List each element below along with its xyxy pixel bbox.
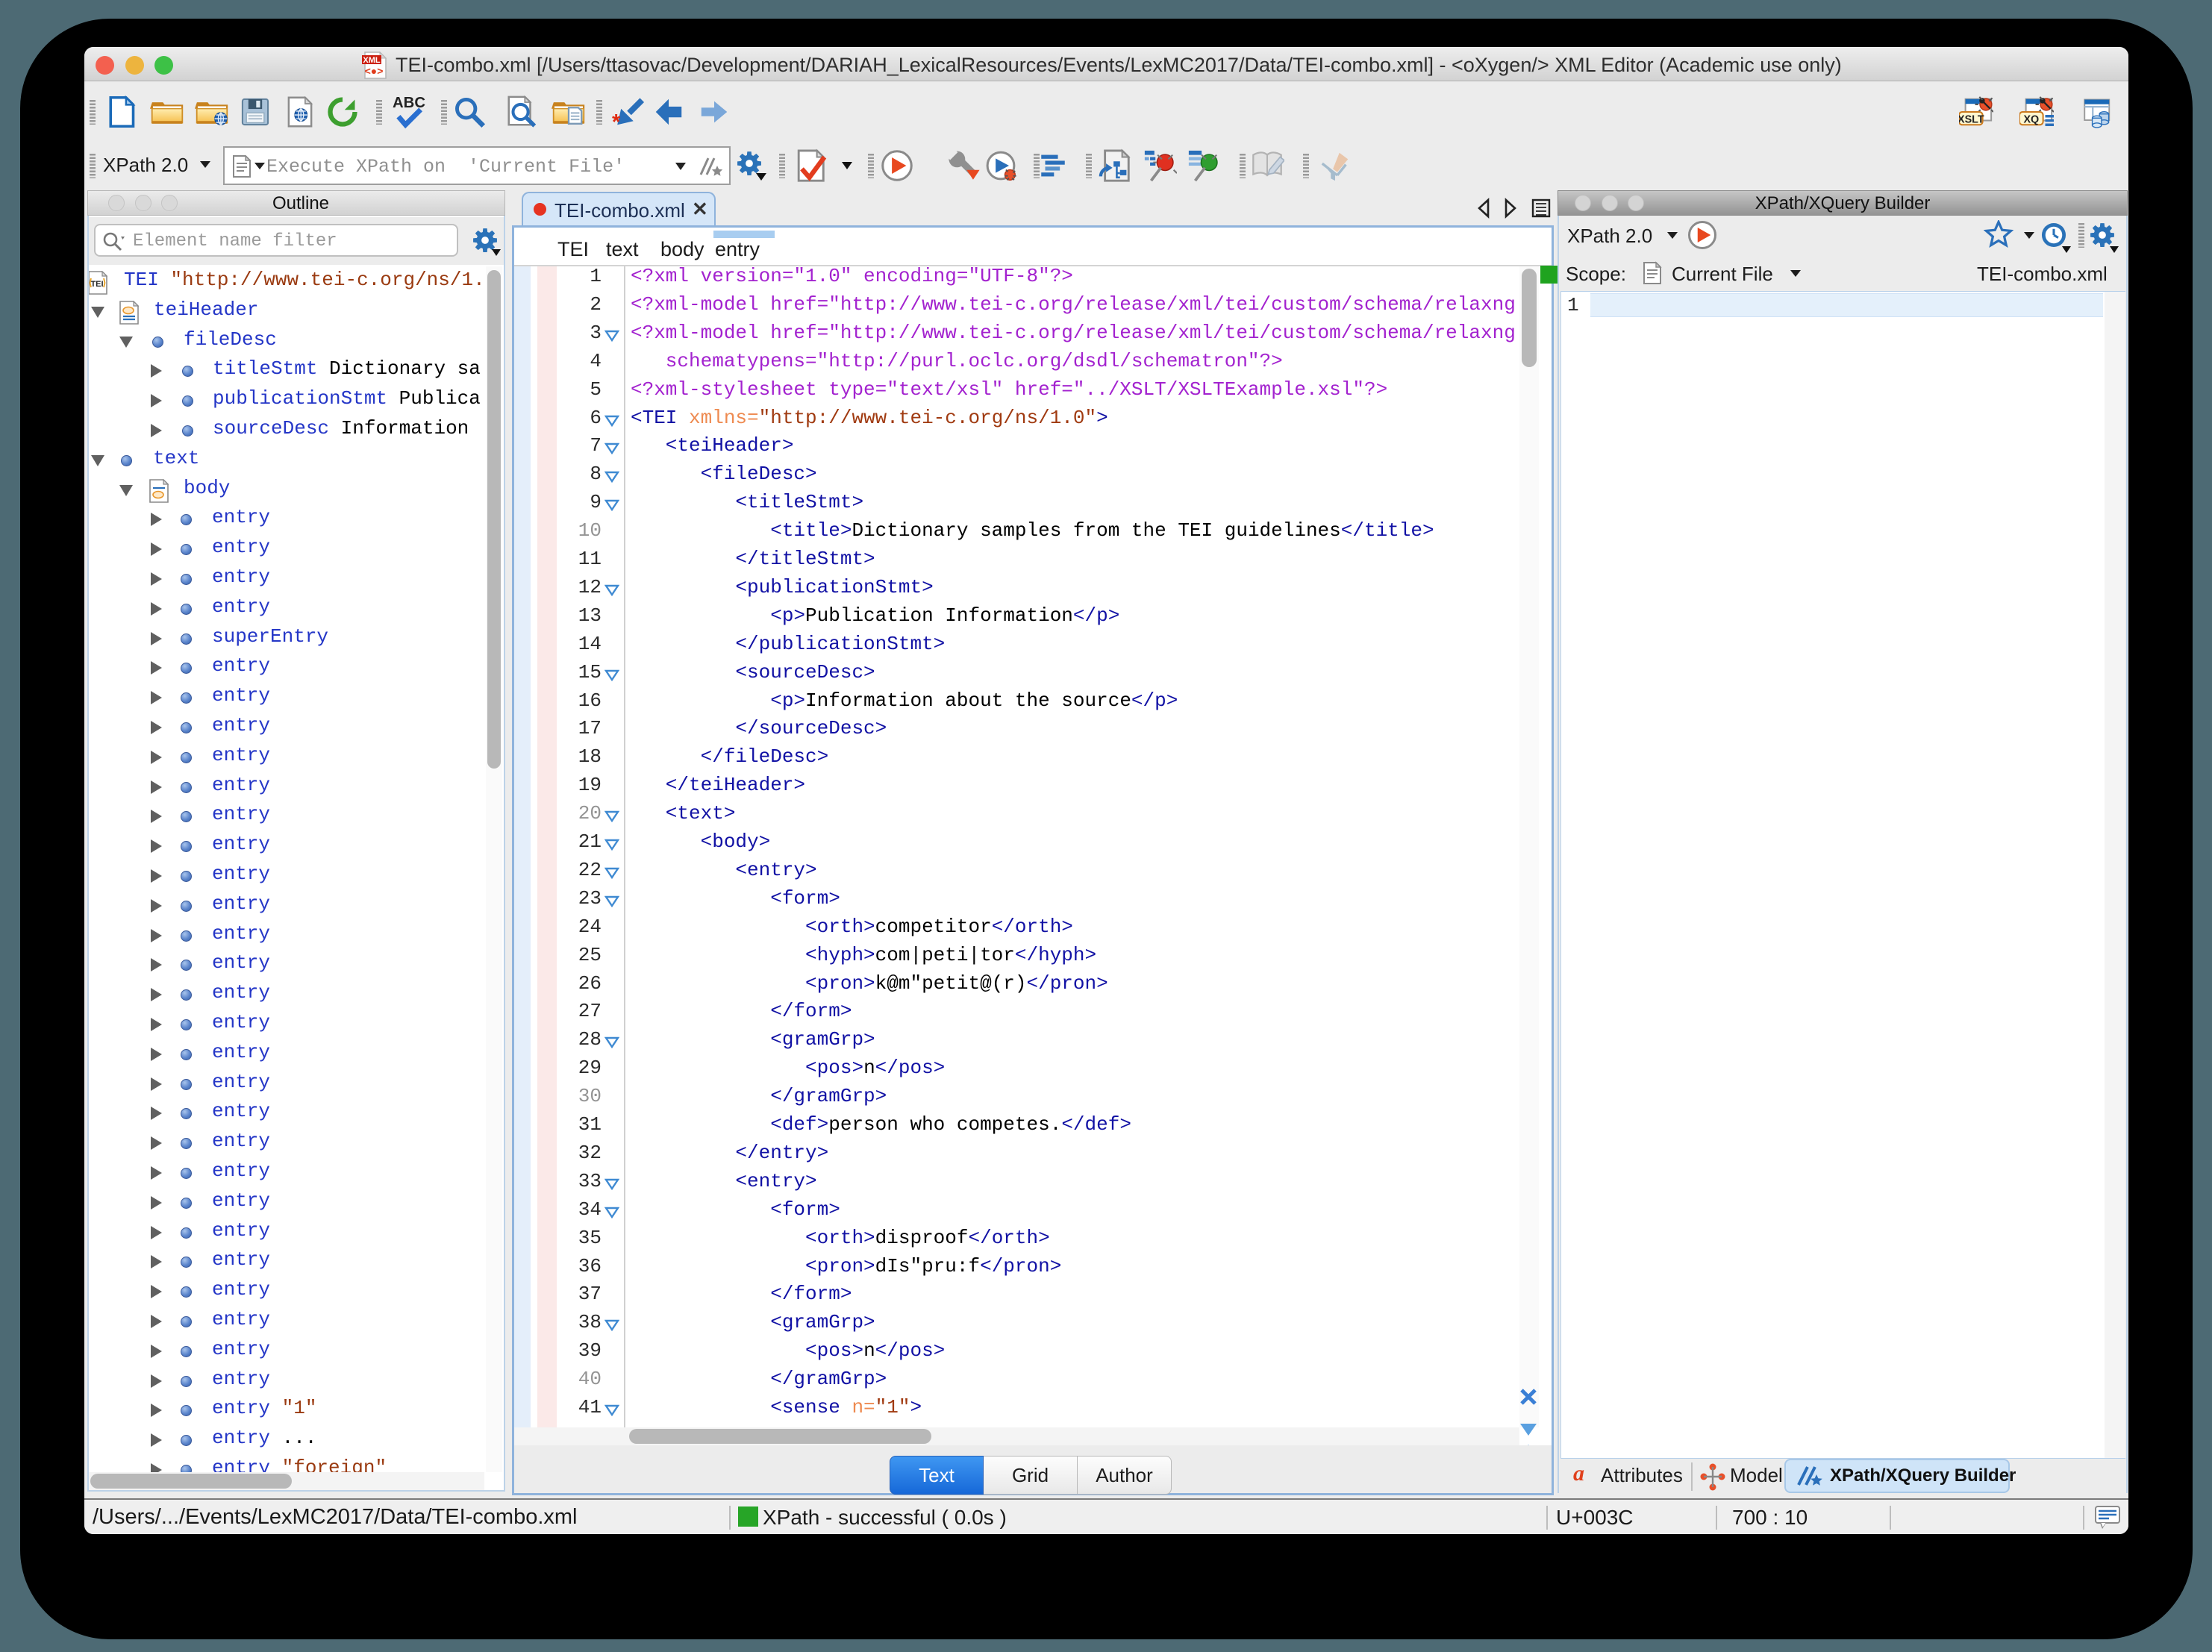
svg-text:XSLT: XSLT	[1959, 113, 1984, 125]
svg-text:XML: XML	[363, 56, 381, 65]
svg-text:*: *	[612, 110, 621, 129]
svg-text:XQ: XQ	[2023, 113, 2039, 125]
svg-text:TEI: TEI	[90, 280, 103, 289]
svg-text:<●>: <●>	[365, 65, 384, 77]
svg-text:ABC: ABC	[393, 95, 425, 111]
